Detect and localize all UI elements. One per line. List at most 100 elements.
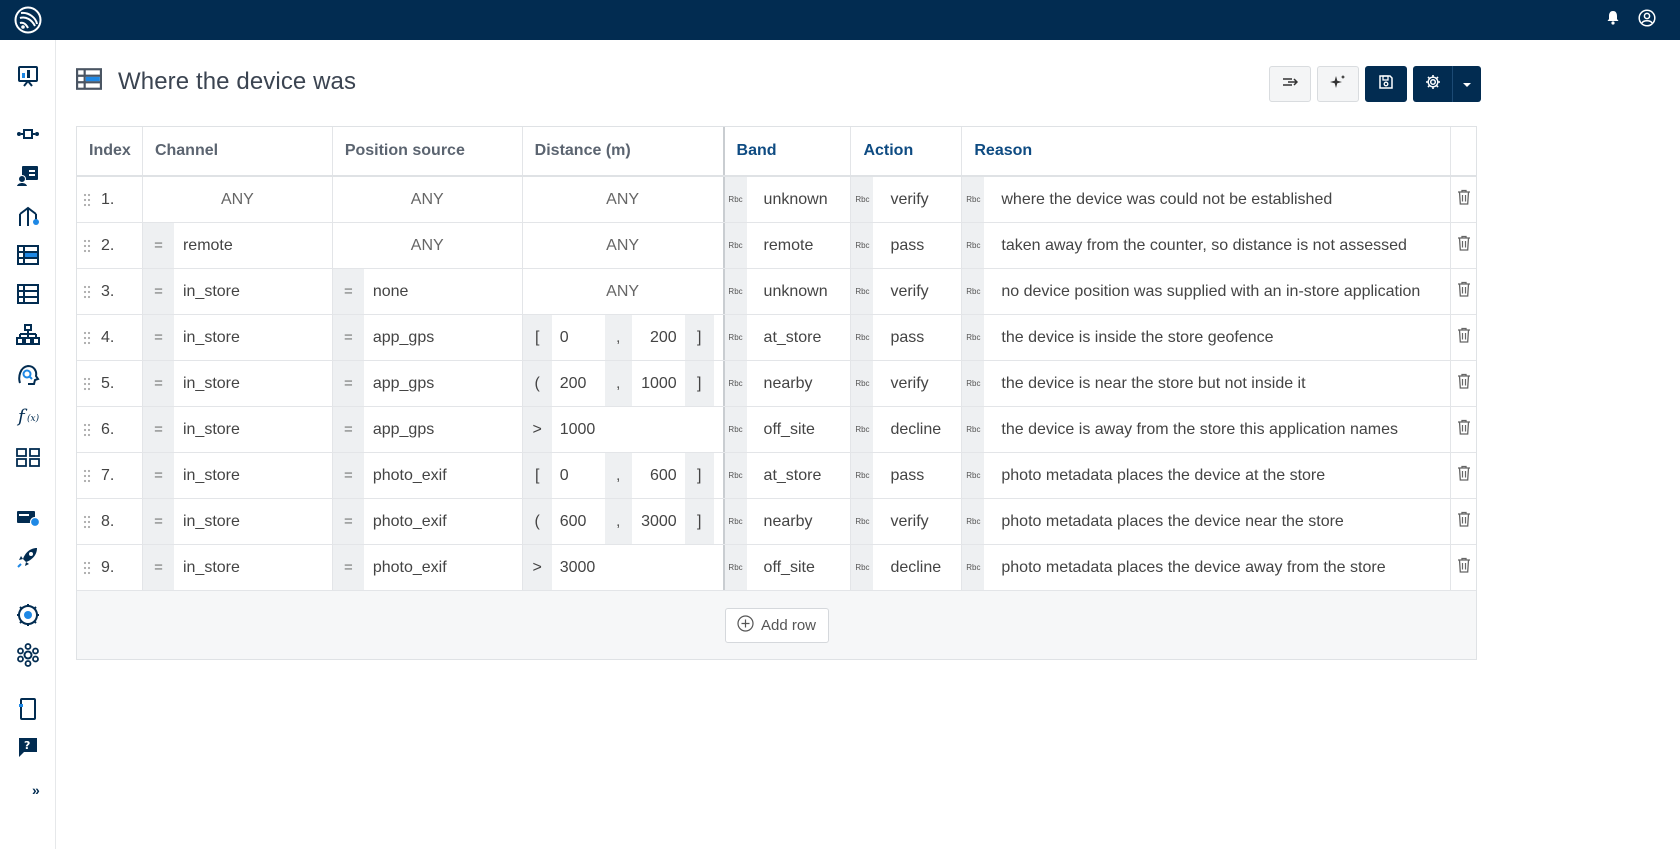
delete-row-button[interactable]: [1451, 453, 1476, 498]
channel-cell[interactable]: = in_store: [142, 315, 333, 360]
reason-cell[interactable]: Rbc the device is inside the store geofen…: [962, 315, 1452, 360]
sparkle-button[interactable]: [1317, 66, 1359, 102]
channel-cell[interactable]: ANY: [143, 177, 333, 222]
position-source-cell[interactable]: = app_gps: [332, 361, 523, 406]
channel-cell[interactable]: = in_store: [142, 499, 333, 544]
add-row-button[interactable]: Add row: [724, 607, 829, 643]
position-source-cell[interactable]: = photo_exif: [332, 453, 523, 498]
delete-row-button[interactable]: [1451, 545, 1476, 590]
drag-handle-icon[interactable]: [83, 423, 91, 437]
delete-row-button[interactable]: [1451, 269, 1476, 314]
branch-tree-icon[interactable]: [14, 202, 42, 230]
drag-handle-icon[interactable]: [83, 193, 91, 207]
position-source-cell[interactable]: ANY: [333, 223, 523, 268]
hierarchy-icon[interactable]: [14, 321, 42, 349]
model-search-icon[interactable]: [14, 361, 42, 389]
reason-cell[interactable]: Rbc the device is away from the store thi…: [962, 407, 1452, 452]
delete-row-button[interactable]: [1451, 361, 1476, 406]
band-cell[interactable]: Rbc nearby: [724, 361, 852, 406]
reason-cell[interactable]: Rbc taken away from the counter, so dista…: [962, 223, 1452, 268]
distance-cell[interactable]: >3000: [522, 545, 725, 590]
band-cell[interactable]: Rbc unknown: [724, 269, 852, 314]
channel-cell[interactable]: = in_store: [142, 361, 333, 406]
bell-icon[interactable]: [1606, 10, 1620, 30]
rocket-icon[interactable]: [14, 543, 42, 571]
position-source-cell[interactable]: ANY: [333, 177, 523, 222]
distance-cell[interactable]: (600, 3000]: [522, 499, 725, 544]
column-header-position-source[interactable]: Position source: [333, 127, 523, 175]
channel-cell[interactable]: = in_store: [142, 545, 333, 590]
dataset-badge-icon[interactable]: [14, 503, 42, 531]
function-icon[interactable]: f (x): [14, 402, 42, 430]
distance-cell[interactable]: [0, 600]: [522, 453, 725, 498]
distance-cell[interactable]: [0, 200]: [522, 315, 725, 360]
column-header-action[interactable]: Action: [851, 127, 963, 175]
drag-handle-icon[interactable]: [83, 561, 91, 575]
channel-cell[interactable]: = in_store: [142, 269, 333, 314]
reason-cell[interactable]: Rbc photo metadata places the device at t…: [962, 453, 1452, 498]
action-cell[interactable]: Rbc decline: [851, 407, 963, 452]
distance-cell[interactable]: ANY: [523, 177, 725, 222]
presentation-icon[interactable]: [14, 62, 42, 90]
save-button[interactable]: [1365, 66, 1407, 102]
column-header-channel[interactable]: Channel: [143, 127, 333, 175]
reason-cell[interactable]: Rbc photo metadata places the device near…: [962, 499, 1452, 544]
band-cell[interactable]: Rbc at_store: [724, 315, 852, 360]
network-hub-icon[interactable]: [14, 641, 42, 669]
column-header-reason[interactable]: Reason: [962, 127, 1451, 175]
action-cell[interactable]: Rbc verify: [851, 269, 963, 314]
channel-cell[interactable]: = in_store: [142, 453, 333, 498]
action-cell[interactable]: Rbc decline: [851, 545, 963, 590]
distance-cell[interactable]: ANY: [523, 269, 725, 314]
reason-cell[interactable]: Rbc the device is near the store but not …: [962, 361, 1452, 406]
action-cell[interactable]: Rbc pass: [851, 453, 963, 498]
distance-cell[interactable]: ANY: [523, 223, 725, 268]
position-source-cell[interactable]: = photo_exif: [332, 545, 523, 590]
action-cell[interactable]: Rbc verify: [851, 177, 963, 222]
document-icon[interactable]: [14, 695, 42, 723]
action-cell[interactable]: Rbc pass: [851, 315, 963, 360]
flow-nodes-icon[interactable]: [14, 120, 42, 148]
user-card-icon[interactable]: [14, 161, 42, 189]
decision-table-list-icon[interactable]: [14, 280, 42, 308]
position-source-cell[interactable]: = app_gps: [332, 407, 523, 452]
delete-row-button[interactable]: [1451, 223, 1476, 268]
drag-handle-icon[interactable]: [83, 285, 91, 299]
column-header-band[interactable]: Band: [725, 127, 852, 175]
action-cell[interactable]: Rbc verify: [851, 361, 963, 406]
delete-row-button[interactable]: [1451, 499, 1476, 544]
position-source-cell[interactable]: = none: [332, 269, 523, 314]
reason-cell[interactable]: Rbc where the device was could not be est…: [962, 177, 1452, 222]
drag-handle-icon[interactable]: [83, 469, 91, 483]
band-cell[interactable]: Rbc unknown: [724, 177, 852, 222]
position-source-cell[interactable]: = photo_exif: [332, 499, 523, 544]
drag-handle-icon[interactable]: [83, 239, 91, 253]
drag-handle-icon[interactable]: [83, 331, 91, 345]
position-source-cell[interactable]: = app_gps: [332, 315, 523, 360]
comparison-table-icon[interactable]: [14, 443, 42, 471]
band-cell[interactable]: Rbc remote: [724, 223, 852, 268]
monitoring-dial-icon[interactable]: [14, 601, 42, 629]
distance-cell[interactable]: (200, 1000]: [522, 361, 725, 406]
band-cell[interactable]: Rbc off_site: [724, 545, 852, 590]
channel-cell[interactable]: = remote: [142, 223, 333, 268]
delete-row-button[interactable]: [1451, 177, 1476, 222]
distance-cell[interactable]: >1000: [522, 407, 725, 452]
drag-handle-icon[interactable]: [83, 515, 91, 529]
sidebar-expand-button[interactable]: »: [32, 782, 40, 798]
settings-button[interactable]: [1413, 66, 1453, 102]
delete-row-button[interactable]: [1451, 407, 1476, 452]
action-cell[interactable]: Rbc pass: [851, 223, 963, 268]
help-icon[interactable]: ?: [14, 733, 42, 761]
band-cell[interactable]: Rbc off_site: [724, 407, 852, 452]
user-circle-icon[interactable]: [1638, 8, 1656, 32]
column-header-distance[interactable]: Distance (m): [523, 127, 725, 175]
reason-cell[interactable]: Rbc no device position was supplied with …: [962, 269, 1452, 314]
reason-cell[interactable]: Rbc photo metadata places the device away…: [962, 545, 1452, 590]
channel-cell[interactable]: = in_store: [142, 407, 333, 452]
flow-direction-button[interactable]: [1269, 66, 1311, 102]
decision-table-icon[interactable]: [14, 241, 42, 269]
action-cell[interactable]: Rbc verify: [851, 499, 963, 544]
band-cell[interactable]: Rbc at_store: [724, 453, 852, 498]
delete-row-button[interactable]: [1451, 315, 1476, 360]
